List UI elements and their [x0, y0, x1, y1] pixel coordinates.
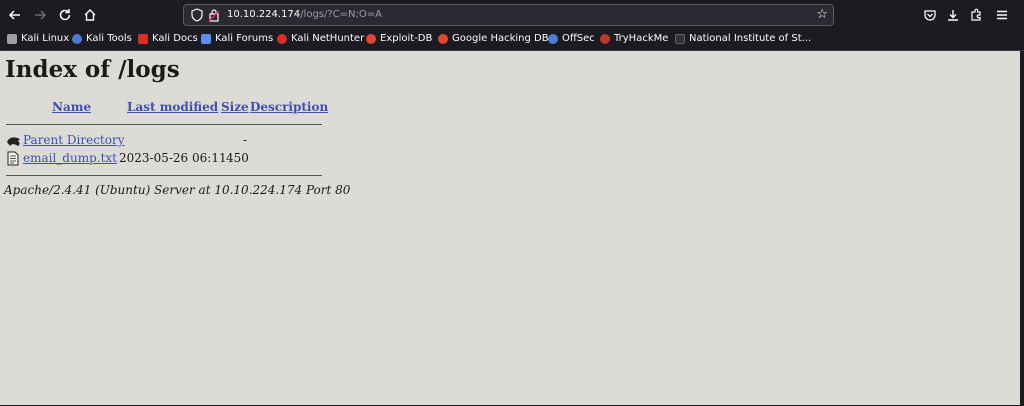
- file-modified: 2023-05-26 06:11: [119, 151, 227, 165]
- sort-size-link[interactable]: Size: [221, 100, 249, 114]
- reload-button[interactable]: [55, 5, 75, 25]
- footer-divider: [6, 175, 322, 176]
- bookmark-label: Google Hacking DB: [452, 33, 549, 44]
- bookmark-label: Kali Docs: [152, 33, 198, 44]
- download-icon: [948, 10, 958, 21]
- bookmark-kali-nethunter[interactable]: Kali NetHunter: [277, 33, 364, 44]
- insecure-lock-icon[interactable]: [208, 8, 220, 22]
- bookmark-kali-docs[interactable]: Kali Docs: [138, 33, 198, 44]
- kali-forums-icon: [201, 33, 211, 44]
- bookmark-offsec[interactable]: OffSec: [548, 33, 595, 44]
- file-link[interactable]: email_dump.txt: [23, 151, 117, 165]
- header-divider: [6, 124, 322, 125]
- sort-description-link[interactable]: Description: [250, 100, 328, 114]
- bookmarks-bar: Kali Linux Kali Tools Kali Docs Kali For…: [0, 30, 1024, 51]
- parent-size: -: [243, 133, 248, 147]
- url-text[interactable]: 10.10.224.174/logs/?C=N;O=A: [227, 9, 382, 20]
- forward-button[interactable]: [30, 5, 50, 25]
- window-edge: [1020, 51, 1024, 406]
- kali-docs-icon: [138, 33, 148, 44]
- back-button[interactable]: [5, 5, 25, 25]
- bookmark-label: Kali Tools: [86, 33, 132, 44]
- sort-name-link[interactable]: Name: [52, 100, 91, 114]
- bookmark-nist[interactable]: National Institute of St...: [675, 33, 811, 44]
- column-header-description: Description: [250, 100, 328, 114]
- kali-tools-icon: [72, 33, 82, 44]
- bookmark-label: Exploit-DB: [380, 33, 433, 44]
- reload-icon: [59, 9, 71, 21]
- page-title: Index of /logs: [5, 56, 180, 83]
- bookmark-google-hacking-db[interactable]: Google Hacking DB: [438, 33, 549, 44]
- exploit-db-icon: [366, 33, 376, 44]
- nethunter-icon: [277, 33, 287, 44]
- offsec-icon: [548, 33, 558, 44]
- hamburger-menu-icon: [997, 10, 1007, 20]
- extensions-button[interactable]: [966, 5, 986, 25]
- bookmark-tryhackme[interactable]: TryHackMe: [600, 33, 668, 44]
- url-host: 10.10.224.174: [227, 9, 301, 20]
- bookmark-label: TryHackMe: [614, 33, 669, 44]
- bookmark-kali-forums[interactable]: Kali Forums: [201, 33, 273, 44]
- shield-icon[interactable]: [190, 8, 204, 22]
- page-content: Index of /logs Name Last modified Size D…: [0, 51, 1020, 405]
- file-size: 450: [226, 151, 249, 165]
- column-header-name: Name: [52, 100, 91, 114]
- home-button[interactable]: [80, 5, 100, 25]
- puzzle-icon: [971, 8, 981, 21]
- sort-last-modified-link[interactable]: Last modified: [127, 100, 218, 114]
- pocket-button[interactable]: [920, 5, 940, 25]
- url-path: /logs/?C=N;O=A: [300, 9, 382, 20]
- home-icon: [84, 9, 96, 21]
- menu-button[interactable]: [992, 5, 1012, 25]
- back-arrow-icon: [7, 137, 20, 146]
- bookmark-label: Kali NetHunter: [291, 33, 365, 44]
- browser-toolbar: 10.10.224.174/logs/?C=N;O=A ☆: [0, 0, 1024, 30]
- bookmark-kali-linux[interactable]: Kali Linux: [7, 33, 69, 44]
- arrow-right-icon: [35, 10, 47, 20]
- ghdb-icon: [438, 33, 448, 44]
- pocket-icon: [924, 10, 936, 21]
- column-header-last-modified: Last modified: [127, 100, 218, 114]
- browser-window: 10.10.224.174/logs/?C=N;O=A ☆ Kali Linux…: [0, 0, 1024, 406]
- bookmark-star-icon[interactable]: ☆: [816, 7, 828, 22]
- text-file-icon: [7, 151, 19, 166]
- tryhackme-icon: [600, 33, 610, 44]
- downloads-button[interactable]: [943, 5, 963, 25]
- parent-directory-link[interactable]: Parent Directory: [23, 133, 124, 147]
- nist-icon: [675, 33, 685, 44]
- server-signature: Apache/2.4.41 (Ubuntu) Server at 10.10.2…: [4, 183, 351, 197]
- bookmark-kali-tools[interactable]: Kali Tools: [72, 33, 132, 44]
- bookmark-label: National Institute of St...: [689, 33, 812, 44]
- bookmark-label: Kali Linux: [21, 33, 70, 44]
- bookmark-label: Kali Forums: [215, 33, 274, 44]
- address-bar[interactable]: 10.10.224.174/logs/?C=N;O=A ☆: [183, 4, 834, 26]
- bookmark-exploit-db[interactable]: Exploit-DB: [366, 33, 432, 44]
- arrow-left-icon: [8, 10, 20, 20]
- column-header-size: Size: [221, 100, 249, 114]
- bookmark-label: OffSec: [562, 33, 595, 44]
- kali-icon: [7, 33, 17, 44]
